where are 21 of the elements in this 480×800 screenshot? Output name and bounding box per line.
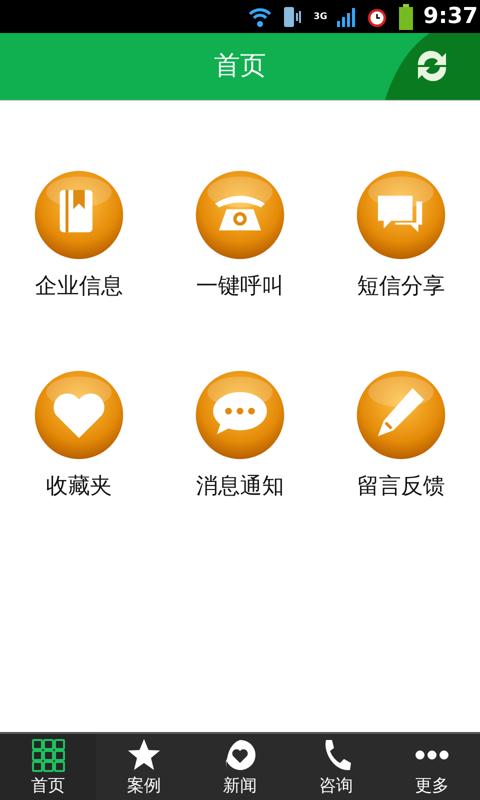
vibrate-icon — [282, 4, 304, 28]
grid-label: 一键呼叫 — [196, 273, 284, 301]
grid-label: 企业信息 — [35, 273, 123, 301]
grid-icon — [30, 737, 66, 773]
signal-icon — [337, 6, 356, 26]
wifi-icon — [248, 6, 272, 28]
clock-time: 9:37 — [423, 4, 478, 29]
star-icon — [126, 737, 162, 773]
tab[interactable]: 更多 — [384, 734, 480, 800]
grid-label: 短信分享 — [357, 273, 445, 301]
tab[interactable]: 首页 — [0, 734, 96, 800]
more-icon — [414, 750, 450, 760]
tab[interactable]: 新闻 — [192, 734, 288, 800]
grid-label: 消息通知 — [196, 473, 284, 501]
page-title: 首页 — [213, 50, 267, 83]
grid-label: 留言反馈 — [357, 473, 445, 501]
tab[interactable]: 案例 — [96, 734, 192, 800]
network-label: 3G — [314, 12, 328, 22]
battery-icon — [399, 4, 414, 30]
tab[interactable]: 咨询 — [288, 734, 384, 800]
grid-label: 收藏夹 — [46, 473, 112, 501]
